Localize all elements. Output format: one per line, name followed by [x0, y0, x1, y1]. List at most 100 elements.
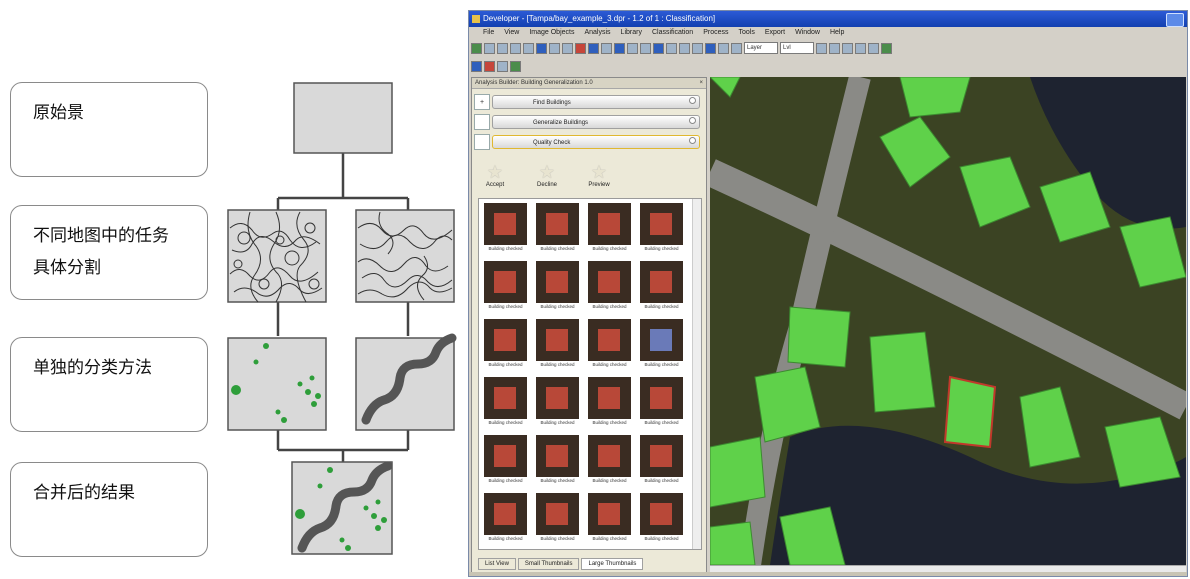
accept-button[interactable]: ★ Accept	[480, 162, 510, 188]
thumbnail-item[interactable]: Building checked	[533, 259, 582, 315]
view-icon[interactable]	[666, 42, 677, 54]
thumbnail-item[interactable]: Building checked	[481, 201, 530, 257]
menu-window[interactable]: Window	[795, 27, 820, 39]
cursor-icon[interactable]	[705, 42, 716, 54]
thumbnail-scrollbar[interactable]	[692, 199, 701, 549]
step-collapse-icon[interactable]	[689, 137, 696, 144]
pan-icon[interactable]	[549, 42, 560, 54]
first-icon[interactable]	[816, 42, 827, 54]
step-expand-icon[interactable]: +	[474, 94, 490, 110]
thumbnail-item[interactable]: Building checked	[481, 375, 530, 431]
list-icon[interactable]	[497, 60, 508, 72]
menu-file[interactable]: File	[483, 27, 494, 39]
thumbnail-caption: Building checked	[488, 362, 523, 367]
thumbnail-caption: Building checked	[540, 246, 575, 251]
step-quality-check[interactable]: Quality Check	[474, 134, 702, 150]
decline-button[interactable]: ★ Decline	[532, 162, 562, 188]
thumbnail-item[interactable]: Building checked	[481, 433, 530, 489]
open-icon[interactable]	[484, 42, 495, 54]
save-icon[interactable]	[497, 42, 508, 54]
export-icon[interactable]	[868, 42, 879, 54]
outline-icon[interactable]	[640, 42, 651, 54]
thumbnail-item[interactable]: Building checked	[637, 201, 686, 257]
tab-list-view[interactable]: List View	[478, 558, 516, 570]
star-icon: ★	[590, 162, 608, 182]
zoom-in-icon[interactable]	[718, 42, 729, 54]
thumbnail-item[interactable]: Building checked	[637, 317, 686, 373]
step-label[interactable]: Quality Check	[492, 135, 700, 149]
thumbnail-item[interactable]: Building checked	[533, 433, 582, 489]
segmentation-map-right	[355, 209, 455, 303]
next-icon[interactable]	[842, 42, 853, 54]
layer-icon[interactable]	[588, 42, 599, 54]
new-project-icon[interactable]	[471, 42, 482, 54]
menu-library[interactable]: Library	[621, 27, 642, 39]
level-select[interactable]: Lvl	[780, 42, 814, 54]
menu-analysis[interactable]: Analysis	[584, 27, 610, 39]
roof-shape	[546, 503, 568, 525]
step-collapse-icon[interactable]	[689, 117, 696, 124]
classify-icon[interactable]	[614, 42, 625, 54]
connector-split	[276, 146, 410, 210]
zoom-out-icon[interactable]	[731, 42, 742, 54]
aerial-map-view[interactable]	[710, 77, 1186, 565]
thumbnail-image	[640, 493, 683, 535]
thumbnail-item[interactable]: Building checked	[481, 317, 530, 373]
thumbnail-item[interactable]: Building checked	[637, 375, 686, 431]
thumbnail-item[interactable]: Building checked	[533, 375, 582, 431]
panel-close-icon[interactable]: ×	[699, 78, 703, 88]
menu-process[interactable]: Process	[703, 27, 728, 39]
menu-image-objects[interactable]: Image Objects	[529, 27, 574, 39]
roof-shape	[546, 213, 568, 235]
step-label[interactable]: Find Buildings	[492, 95, 700, 109]
process-icon[interactable]	[471, 60, 482, 72]
step-label[interactable]: Generalize Buildings	[492, 115, 700, 129]
menu-view[interactable]: View	[504, 27, 519, 39]
stop-icon[interactable]	[484, 60, 495, 72]
image-icon[interactable]	[855, 42, 866, 54]
tab-small-thumbnails[interactable]: Small Thumbnails	[517, 558, 580, 570]
table-icon[interactable]	[692, 42, 703, 54]
menu-export[interactable]: Export	[765, 27, 785, 39]
thumbnail-item[interactable]: Building checked	[481, 259, 530, 315]
thumbnail-item[interactable]: Building checked	[585, 375, 634, 431]
fill-icon[interactable]	[653, 42, 664, 54]
thumbnail-item[interactable]: Building checked	[637, 491, 686, 547]
split-icon[interactable]	[679, 42, 690, 54]
thumbnail-item[interactable]: Building checked	[585, 317, 634, 373]
thumbnail-item[interactable]: Building checked	[585, 259, 634, 315]
thumbnail-item[interactable]: Building checked	[585, 433, 634, 489]
pointer-icon[interactable]	[536, 42, 547, 54]
paste-icon[interactable]	[523, 42, 534, 54]
thumbnail-image	[640, 203, 683, 245]
layer-select[interactable]: Layer	[744, 42, 778, 54]
thumbnail-item[interactable]: Building checked	[533, 317, 582, 373]
thumbnail-item[interactable]: Building checked	[533, 491, 582, 547]
window-close-icon[interactable]	[1166, 13, 1184, 27]
menu-tools[interactable]: Tools	[739, 27, 755, 39]
thumbnail-item[interactable]: Building checked	[637, 433, 686, 489]
menu-classification[interactable]: Classification	[652, 27, 693, 39]
menu-help[interactable]: Help	[830, 27, 844, 39]
thumbnail-item[interactable]: Building checked	[585, 491, 634, 547]
thumbnail-item[interactable]: Building checked	[533, 201, 582, 257]
tab-large-thumbnails[interactable]: Large Thumbnails	[581, 558, 644, 570]
run-icon[interactable]	[881, 42, 892, 54]
prev-icon[interactable]	[829, 42, 840, 54]
copy-icon[interactable]	[510, 42, 521, 54]
step-generalize-buildings[interactable]: Generalize Buildings	[474, 114, 702, 130]
chart-icon[interactable]	[510, 60, 521, 72]
thumbnail-item[interactable]: Building checked	[481, 491, 530, 547]
zoom-icon[interactable]	[562, 42, 573, 54]
thumbnail-item[interactable]: Building checked	[637, 259, 686, 315]
star-icon: ★	[486, 162, 504, 182]
mark-icon[interactable]	[575, 42, 586, 54]
step-collapse-icon[interactable]	[689, 97, 696, 104]
select-icon[interactable]	[627, 42, 638, 54]
step-find-buildings[interactable]: + Find Buildings	[474, 94, 702, 110]
thumbnail-item[interactable]: Building checked	[585, 201, 634, 257]
thumbnail-caption: Building checked	[540, 362, 575, 367]
roof-shape	[650, 503, 672, 525]
grid-icon[interactable]	[601, 42, 612, 54]
preview-button[interactable]: ★ Preview	[584, 162, 614, 188]
